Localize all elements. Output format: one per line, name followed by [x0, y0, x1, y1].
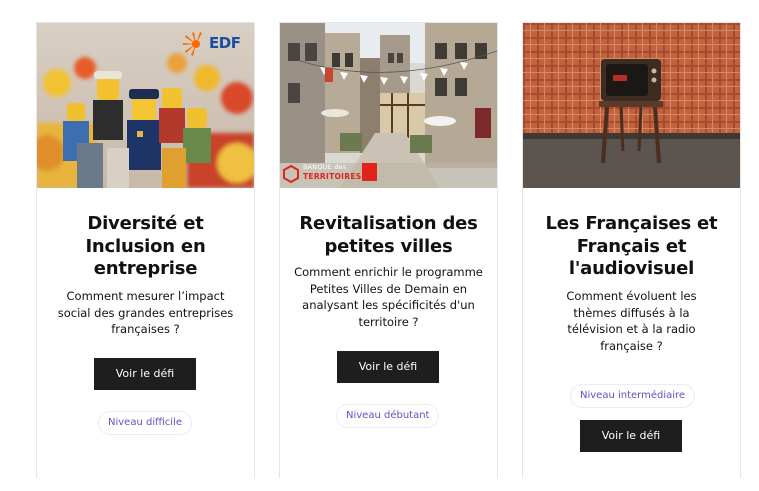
card-description: Comment mesurer l’impact social des gran… [57, 289, 234, 336]
level-badge: Niveau débutant [336, 404, 440, 428]
see-challenge-button[interactable]: Voir le défi [94, 358, 196, 390]
challenge-card-audiovisuel[interactable]: Les Françaises et Français et l'audiovis… [522, 22, 741, 478]
card-image-lego-figures: EDF [37, 23, 254, 188]
see-challenge-button[interactable]: Voir le défi [337, 351, 439, 383]
card-description: Comment évoluent les thèmes diffusés à l… [566, 289, 697, 353]
edf-logo-text: EDF [209, 34, 241, 52]
edf-logo: EDF [182, 31, 246, 57]
card-title: Diversité et Inclusion en entreprise [85, 213, 206, 279]
card-title: Les Françaises et Français et l'audiovis… [545, 213, 718, 279]
card-description: Comment enrichir le programme Petites Vi… [294, 265, 483, 329]
bdt-logo-line1: BANQUE des [303, 163, 347, 171]
card-image-retro-tv [523, 23, 740, 188]
see-challenge-button[interactable]: Voir le défi [580, 420, 682, 452]
challenge-card-diversite[interactable]: EDF Diversité et Inclusion en entreprise… [36, 22, 255, 478]
caisse-des-depots-mark [362, 163, 377, 181]
level-badge: Niveau intermédiaire [570, 384, 696, 408]
bdt-logo-line2: TERRITOIRES [303, 172, 362, 181]
level-badge: Niveau difficile [98, 411, 192, 435]
banque-des-territoires-logo: BANQUE des TERRITOIRES [282, 163, 382, 185]
card-image-town-street: BANQUE des TERRITOIRES [280, 23, 497, 188]
card-title: Revitalisation des petites villes [299, 213, 478, 257]
challenge-card-revitalisation[interactable]: BANQUE des TERRITOIRES Revitalisation de… [279, 22, 498, 478]
